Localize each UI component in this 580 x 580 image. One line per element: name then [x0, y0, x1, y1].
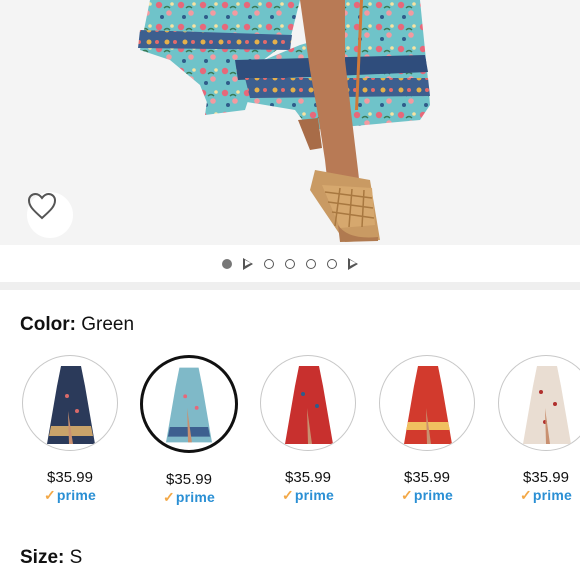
video-play-icon[interactable] — [348, 258, 358, 270]
heart-outline-icon — [27, 192, 57, 220]
carousel-dot[interactable] — [285, 259, 295, 269]
dress-thumbnail — [285, 366, 333, 444]
swatch-image[interactable] — [22, 355, 118, 451]
carousel-dot-active[interactable] — [222, 259, 232, 269]
color-swatch-list: $35.99 ✓prime $35.99 ✓prime $35.99 ✓prim… — [0, 355, 580, 515]
swatch-price: $35.99 — [404, 469, 450, 486]
dress-thumbnail — [523, 366, 571, 444]
product-photo — [138, 0, 430, 242]
color-swatch[interactable]: $35.99 ✓prime — [249, 355, 367, 504]
video-play-icon[interactable] — [243, 258, 253, 270]
carousel-dot[interactable] — [327, 259, 337, 269]
swatch-price: $35.99 — [523, 469, 569, 486]
swatch-price: $35.99 — [285, 469, 331, 486]
color-label: Color: — [20, 314, 76, 335]
swatch-image[interactable] — [260, 355, 356, 451]
prime-badge: ✓prime — [43, 487, 97, 503]
section-divider — [0, 282, 580, 290]
swatch-price: $35.99 — [166, 471, 212, 488]
prime-badge: ✓prime — [519, 487, 573, 503]
color-swatch[interactable]: $35.99 ✓prime — [368, 355, 486, 504]
prime-badge: ✓prime — [281, 487, 335, 503]
dress-thumbnail — [166, 367, 212, 443]
color-selector-title: Color: Green — [20, 314, 134, 336]
color-swatch[interactable]: $35.99 ✓prime — [11, 355, 129, 504]
swatch-price: $35.99 — [47, 469, 93, 486]
product-image[interactable] — [0, 0, 580, 245]
prime-badge: ✓prime — [400, 487, 454, 503]
favorite-button[interactable] — [27, 192, 73, 238]
swatch-image[interactable] — [140, 355, 238, 453]
carousel-dot[interactable] — [264, 259, 274, 269]
color-value: Green — [81, 314, 135, 335]
carousel-dot[interactable] — [306, 259, 316, 269]
dress-thumbnail — [47, 366, 95, 444]
dress-thumbnail — [404, 366, 452, 444]
swatch-image[interactable] — [498, 355, 580, 451]
color-swatch-selected[interactable]: $35.99 ✓prime — [130, 355, 248, 506]
color-swatch[interactable]: $35.99 ✓prime — [487, 355, 580, 504]
size-label: Size: — [20, 547, 65, 568]
prime-badge: ✓prime — [162, 489, 216, 505]
size-selector-title: Size: S — [20, 547, 82, 569]
swatch-image[interactable] — [379, 355, 475, 451]
image-carousel-indicators — [0, 252, 580, 276]
size-value: S — [69, 547, 83, 568]
